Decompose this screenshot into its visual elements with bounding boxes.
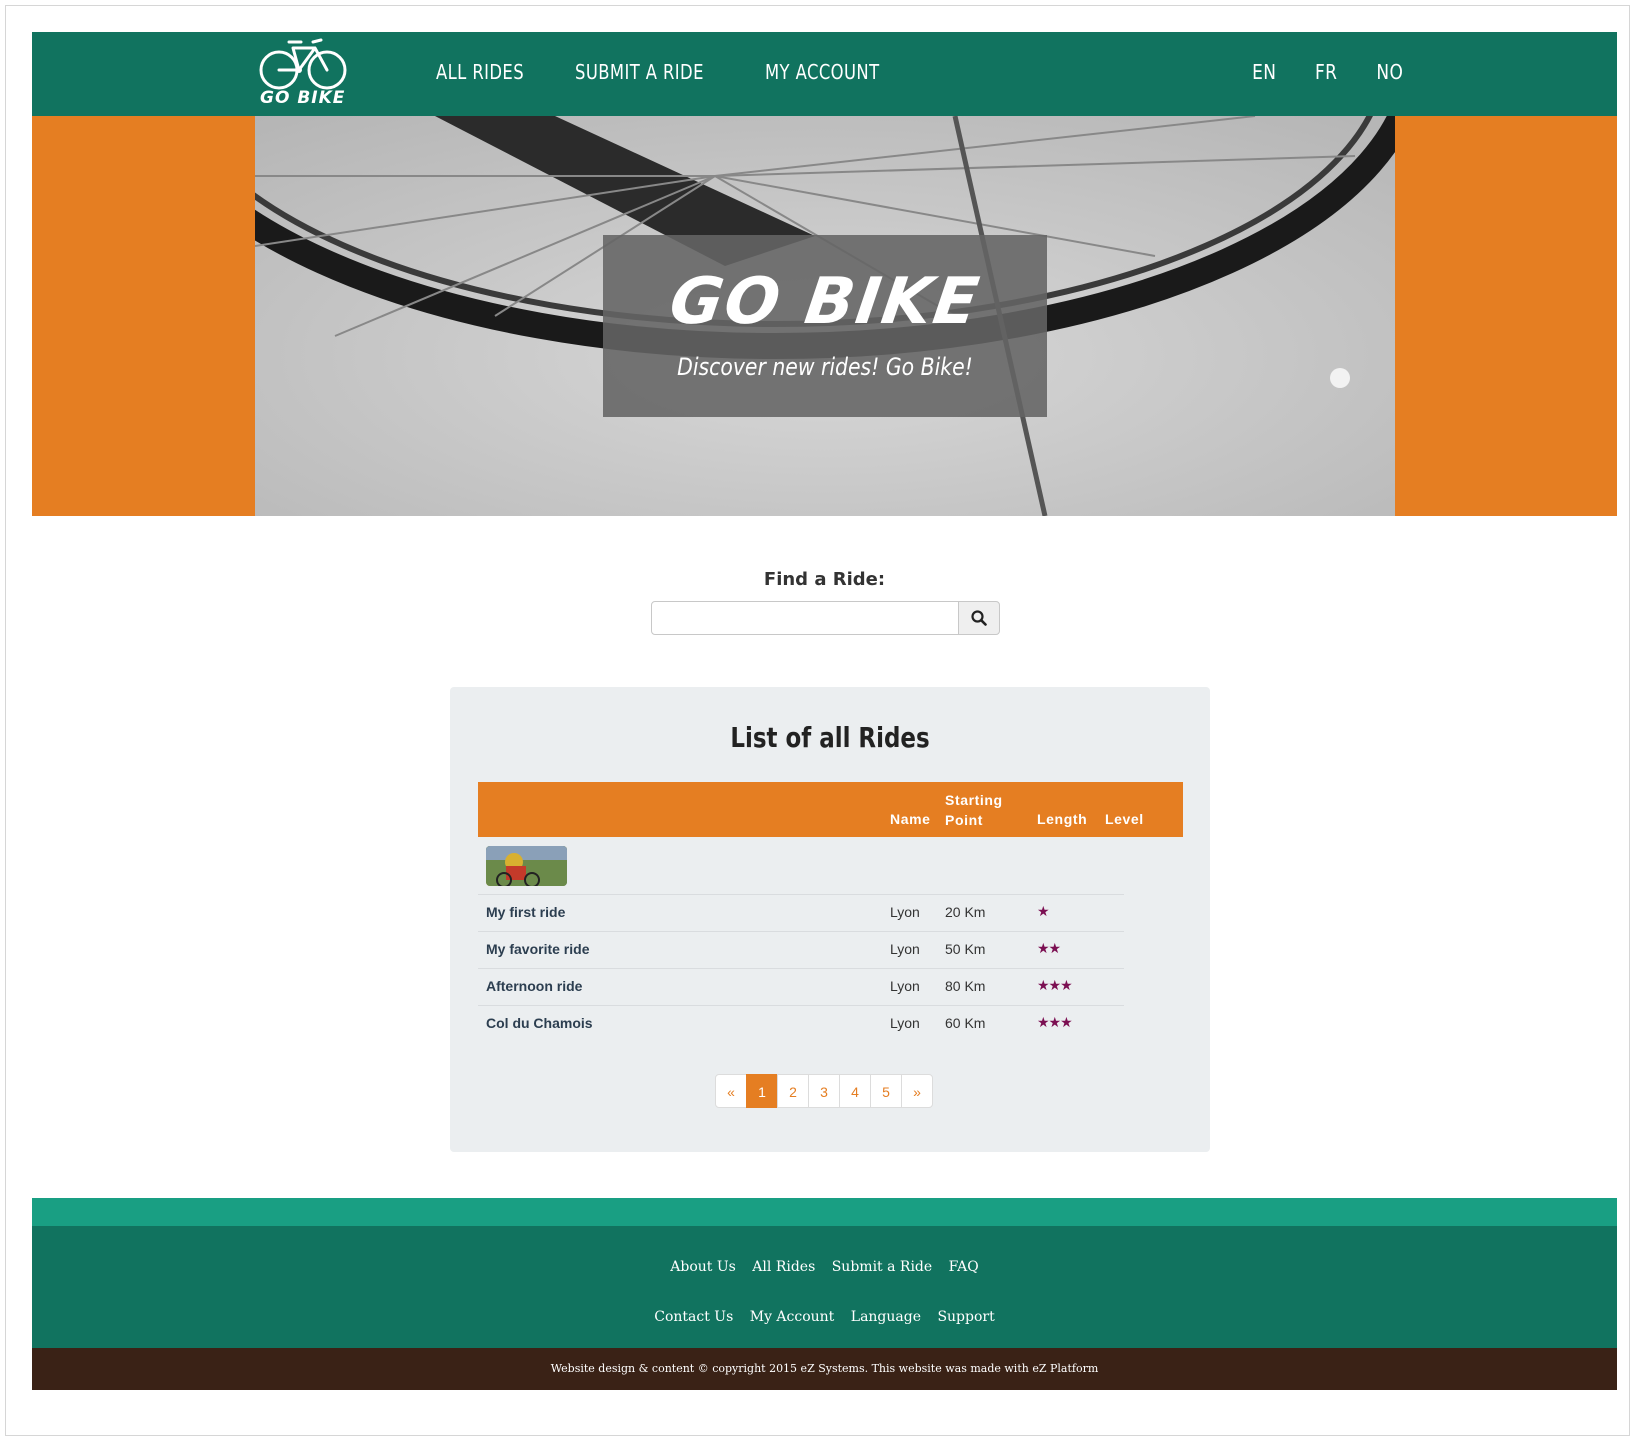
footer-link-language[interactable]: Language [851,1309,921,1325]
language-switcher: EN FR NO [1250,60,1436,84]
hero-title: GO BIKE [665,265,985,339]
footer-link-about-us[interactable]: About Us [670,1259,736,1275]
col-header-starting-point: Starting Point [945,792,1003,828]
footer-link-faq[interactable]: FAQ [949,1259,979,1275]
table-row: My favorite ride Lyon 50 Km ★★ [478,931,1124,969]
nav-my-account[interactable]: MY ACCOUNT [765,60,880,84]
pagination-page-4[interactable]: 4 [839,1074,871,1108]
hero-banner: GO BIKE Discover new rides! Go Bike! [32,116,1617,516]
lang-fr[interactable]: FR [1315,60,1337,84]
lang-no[interactable]: NO [1376,60,1403,84]
pagination-page-5[interactable]: 5 [870,1074,902,1108]
ride-length: 80 Km [945,978,986,994]
ride-start: Lyon [890,904,920,920]
lang-en[interactable]: EN [1252,60,1276,84]
ride-name[interactable]: My first ride [486,904,565,920]
table-row: Col du Chamois Lyon 60 Km ★★★ [478,1005,1124,1042]
ride-name[interactable]: My favorite ride [486,941,589,957]
footer-links-row-1: About Us All Rides Submit a Ride FAQ [32,1258,1617,1276]
hero-overlay: GO BIKE Discover new rides! Go Bike! [603,235,1047,417]
nav-all-rides[interactable]: ALL RIDES [436,60,524,84]
footer-link-my-account[interactable]: My Account [750,1309,835,1325]
ride-start: Lyon [890,978,920,994]
ride-level-stars: ★★ [1037,940,1061,956]
page: GO BIKE ALL RIDES SUBMIT A RIDE MY ACCOU… [32,32,1617,1421]
ride-length: 50 Km [945,941,986,957]
col-header-level: Level [1105,811,1144,827]
copyright-bar: Website design & content © copyright 201… [32,1348,1617,1390]
ride-level-stars: ★★★ [1037,977,1073,993]
col-header-length: Length [1037,811,1088,827]
search-form [651,601,1000,635]
ride-thumbnail[interactable] [486,846,567,886]
rides-list-panel: List of all Rides Name Starting Point Le… [450,687,1210,1152]
table-header: Name Starting Point Length Level [478,782,1183,837]
table-row: My first ride Lyon 20 Km ★ [478,894,1124,932]
footer-link-support[interactable]: Support [937,1309,994,1325]
find-ride-label: Find a Ride: [763,569,886,590]
footer-links-row-2: Contact Us My Account Language Support [32,1308,1617,1326]
search-input[interactable] [651,601,959,635]
ride-level-stars: ★ [1037,903,1050,919]
logo-wordmark: GO BIKE [260,88,346,108]
bicycle-logo-icon [259,38,347,90]
ride-name[interactable]: Afternoon ride [486,978,582,994]
browser-frame: GO BIKE ALL RIDES SUBMIT A RIDE MY ACCOU… [5,5,1630,1436]
ride-name[interactable]: Col du Chamois [486,1015,593,1031]
hero-subtitle: Discover new rides! Go Bike! [677,353,973,381]
pagination-page-2[interactable]: 2 [777,1074,809,1108]
search-button[interactable] [958,601,1000,635]
ride-start: Lyon [890,941,920,957]
top-navbar: GO BIKE ALL RIDES SUBMIT A RIDE MY ACCOU… [32,32,1617,116]
nav-submit-ride[interactable]: SUBMIT A RIDE [575,60,704,84]
main-nav: ALL RIDES SUBMIT A RIDE MY ACCOUNT [436,60,936,84]
footer-link-contact-us[interactable]: Contact Us [654,1309,733,1325]
rides-list-title: List of all Rides [730,721,930,754]
ride-length: 60 Km [945,1015,986,1031]
pagination-page-3[interactable]: 3 [808,1074,840,1108]
ride-start: Lyon [890,1015,920,1031]
table-row [478,837,1124,895]
pagination: « 1 2 3 4 5 » [715,1074,933,1108]
footer-link-submit-ride[interactable]: Submit a Ride [832,1259,932,1275]
footer-link-all-rides[interactable]: All Rides [752,1259,815,1275]
table-row: Afternoon ride Lyon 80 Km ★★★ [478,968,1124,1006]
footer-stripe [32,1198,1617,1226]
footer: About Us All Rides Submit a Ride FAQ Con… [32,1226,1617,1348]
col-header-name: Name [890,811,931,827]
site-logo[interactable]: GO BIKE [257,36,351,112]
pagination-prev[interactable]: « [715,1074,747,1108]
ride-length: 20 Km [945,904,986,920]
pagination-page-1[interactable]: 1 [746,1074,778,1108]
pagination-next[interactable]: » [901,1074,933,1108]
search-icon [971,610,987,626]
ride-level-stars: ★★★ [1037,1014,1073,1030]
